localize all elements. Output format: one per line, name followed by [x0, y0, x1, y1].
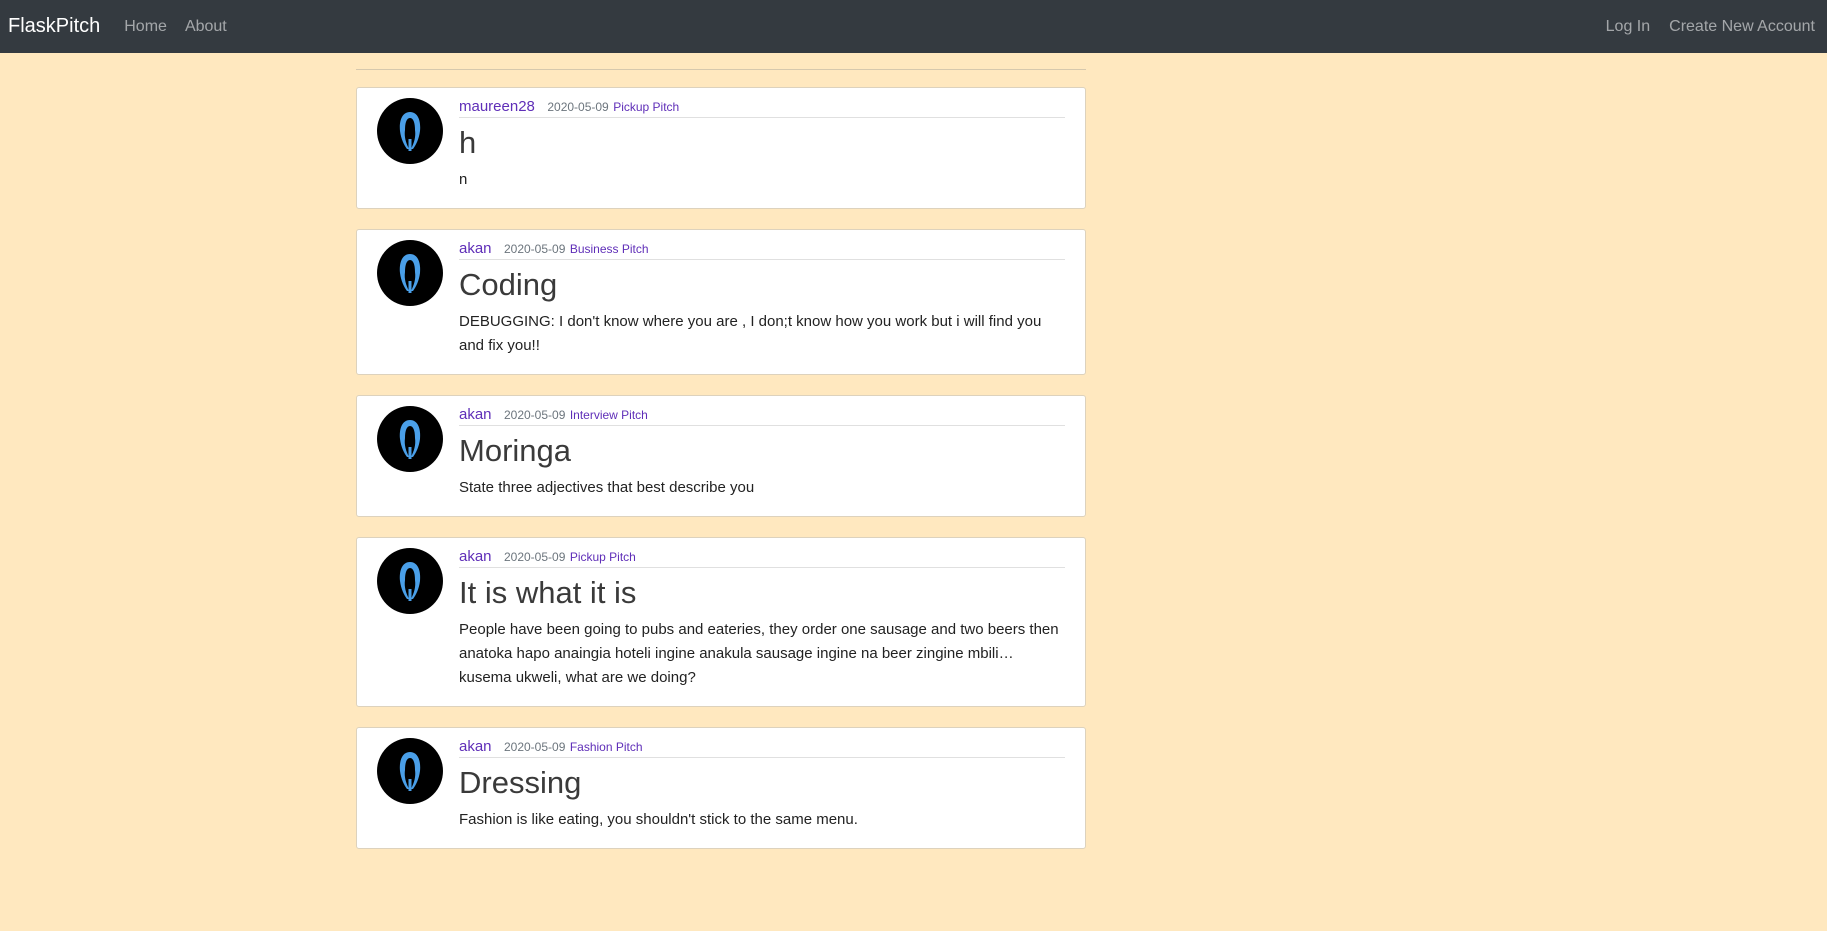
author-link[interactable]: akan — [459, 240, 492, 257]
pitch-title: Dressing — [459, 765, 582, 800]
pitch-title: Coding — [459, 267, 558, 302]
pitch-card: maureen28 2020-05-09 Pickup Pitch h n — [356, 87, 1086, 209]
nav-right-group: Log In Create New Account — [1591, 18, 1819, 36]
pitch-body: maureen28 2020-05-09 Pickup Pitch h n — [459, 98, 1065, 192]
pitch-card: akan 2020-05-09 Pickup Pitch It is what … — [356, 537, 1086, 707]
user-avatar-icon[interactable] — [377, 738, 443, 804]
user-avatar-icon[interactable] — [377, 548, 443, 614]
category-link[interactable]: Interview Pitch — [570, 408, 648, 422]
author-link[interactable]: akan — [459, 738, 492, 755]
post-date: 2020-05-09 — [503, 740, 566, 754]
pitch-title: Moringa — [459, 433, 571, 468]
brand-link[interactable]: FlaskPitch — [8, 15, 100, 38]
pitch-meta: akan 2020-05-09 Business Pitch — [459, 240, 1065, 260]
author-link[interactable]: akan — [459, 406, 492, 423]
author-link[interactable]: maureen28 — [459, 98, 535, 115]
pitch-content: People have been going to pubs and eater… — [459, 621, 1059, 686]
pitch-title: h — [459, 125, 477, 160]
post-date: 2020-05-09 — [503, 550, 566, 564]
pitch-card: akan 2020-05-09 Interview Pitch Moringa … — [356, 395, 1086, 517]
category-link[interactable]: Business Pitch — [570, 242, 649, 256]
pitch-content: State three adjectives that best describ… — [459, 479, 755, 496]
pitch-content: DEBUGGING: I don't know where you are , … — [459, 313, 1042, 354]
author-link[interactable]: akan — [459, 548, 492, 565]
user-avatar-icon[interactable] — [377, 240, 443, 306]
pitch-meta: akan 2020-05-09 Fashion Pitch — [459, 738, 1065, 758]
post-date: 2020-05-09 — [547, 100, 609, 114]
pitch-card: akan 2020-05-09 Business Pitch Coding DE… — [356, 229, 1086, 375]
category-link[interactable]: Fashion Pitch — [570, 740, 643, 754]
divider — [356, 53, 1086, 70]
category-link[interactable]: Pickup Pitch — [570, 550, 636, 564]
pitch-content: n — [459, 171, 468, 188]
post-date: 2020-05-09 — [503, 242, 566, 256]
navbar: FlaskPitch Home About Log In Create New … — [0, 0, 1827, 53]
login-link[interactable]: Log In — [1606, 18, 1650, 36]
create-account-link[interactable]: Create New Account — [1669, 18, 1815, 36]
pitch-meta: akan 2020-05-09 Pickup Pitch — [459, 548, 1065, 568]
pitch-card: akan 2020-05-09 Fashion Pitch Dressing F… — [356, 727, 1086, 849]
nav-home-link[interactable]: Home — [124, 18, 167, 36]
pitch-body: akan 2020-05-09 Pickup Pitch It is what … — [459, 548, 1065, 690]
nav-about-link[interactable]: About — [185, 18, 227, 36]
pitch-body: akan 2020-05-09 Business Pitch Coding DE… — [459, 240, 1065, 358]
user-avatar-icon[interactable] — [377, 406, 443, 472]
pitch-meta: maureen28 2020-05-09 Pickup Pitch — [459, 98, 1065, 118]
pitch-meta: akan 2020-05-09 Interview Pitch — [459, 406, 1065, 426]
user-avatar-icon[interactable] — [377, 98, 443, 164]
pitch-body: akan 2020-05-09 Interview Pitch Moringa … — [459, 406, 1065, 500]
pitch-list: maureen28 2020-05-09 Pickup Pitch h n ak… — [356, 53, 1086, 869]
pitch-body: akan 2020-05-09 Fashion Pitch Dressing F… — [459, 738, 1065, 832]
category-link[interactable]: Pickup Pitch — [613, 100, 679, 114]
pitch-content: Fashion is like eating, you shouldn't st… — [459, 811, 858, 828]
post-date: 2020-05-09 — [503, 408, 566, 422]
pitch-title: It is what it is — [459, 575, 637, 610]
